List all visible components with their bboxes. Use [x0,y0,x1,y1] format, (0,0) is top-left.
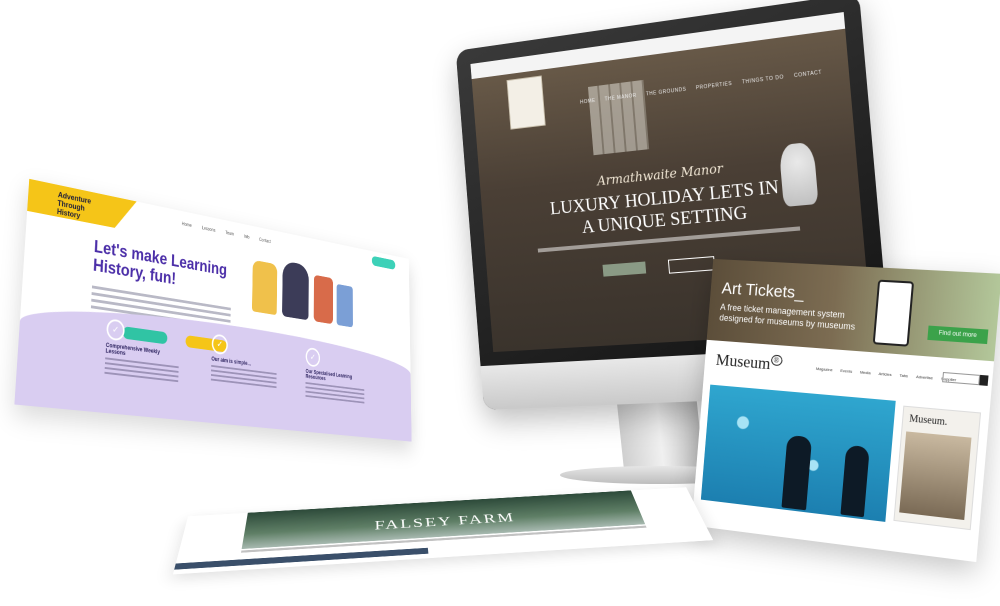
registered-icon: ® [770,354,783,367]
museum-logo-text: Museum [715,350,772,374]
learning-site-card: Adventure Through History Home Lessons T… [14,178,412,442]
learning-logo[interactable]: Adventure Through History [27,179,136,232]
learning-top-cta-button[interactable] [371,255,396,270]
museum-nav-item[interactable]: Tabs [899,373,908,379]
museum-nav-item[interactable]: Events [840,368,852,374]
manor-secondary-button[interactable] [667,256,716,274]
art-tickets-banner[interactable]: Art Tickets_ A free ticket management sy… [706,258,1000,362]
book-figure [313,274,333,325]
check-icon: ✓ [106,318,126,342]
banner-subtitle: A free ticket management system designed… [718,302,856,332]
museum-nav-item[interactable]: Magazine [816,366,833,372]
magazine-cover-image [899,431,972,521]
visitor-silhouette [840,444,870,518]
farm-footer-bar [174,547,429,570]
farm-site-card: FALSEY FARM [172,487,714,575]
learning-nav-item[interactable]: Contact [259,237,271,244]
museum-site-card: Art Tickets_ A free ticket management sy… [691,258,1000,563]
manor-logo[interactable] [506,75,546,130]
banner-title: Art Tickets_ [721,278,805,303]
learning-logo-text: Adventure Through History [56,190,92,221]
knight-figure [282,260,309,321]
learning-illustration [251,251,357,336]
check-icon: ✓ [211,333,229,356]
museum-nav-item[interactable]: Advertise [916,374,933,380]
manor-nav-item[interactable]: CONTACT [794,70,822,80]
museum-hero-image[interactable] [700,384,896,522]
find-out-more-button[interactable]: Find out more [927,325,989,345]
learning-feature-column: ✓ Our aim is simple... [210,333,277,390]
museum-magazine-cover[interactable]: Museum. [893,405,982,531]
manor-nav-item[interactable]: THINGS TO DO [742,74,784,85]
manor-nav-item[interactable]: THE GROUNDS [646,87,687,98]
shelf-figure [336,283,353,328]
learning-feature-column: ✓ Our Specialised Learning Resources [305,346,365,406]
learning-nav-item[interactable]: Team [225,230,234,237]
manor-topbar [470,12,846,80]
museum-nav: Magazine Events Media Articles Tabs Adve… [816,366,957,382]
check-icon: ✓ [305,346,321,368]
showcase-stage: Adventure Through History Home Lessons T… [0,0,1000,606]
visitor-silhouette [781,434,813,511]
learning-nav-item[interactable]: Lessons [202,226,216,234]
learning-feature-column: ✓ Comprehensive Weekly Lessons [104,318,180,385]
museum-nav-item[interactable]: Articles [878,371,891,377]
phone-mockup-icon [872,279,915,347]
manor-primary-button[interactable] [602,261,647,277]
magazine-title: Museum. [908,413,948,429]
farm-title: FALSEY FARM [374,510,517,533]
learning-nav-item[interactable]: Home [182,222,192,229]
museum-nav-item[interactable]: Media [860,369,871,375]
pharaoh-figure [251,259,278,316]
museum-search-input[interactable] [942,371,981,386]
learning-nav-item[interactable]: Info [244,234,250,240]
learning-nav: Home Lessons Team Info Contact [182,222,271,245]
museum-logo[interactable]: Museum ® [715,350,783,375]
farm-hero-image: FALSEY FARM [241,490,646,550]
manor-nav-item[interactable]: PROPERTIES [696,81,733,92]
search-icon[interactable] [979,374,989,386]
